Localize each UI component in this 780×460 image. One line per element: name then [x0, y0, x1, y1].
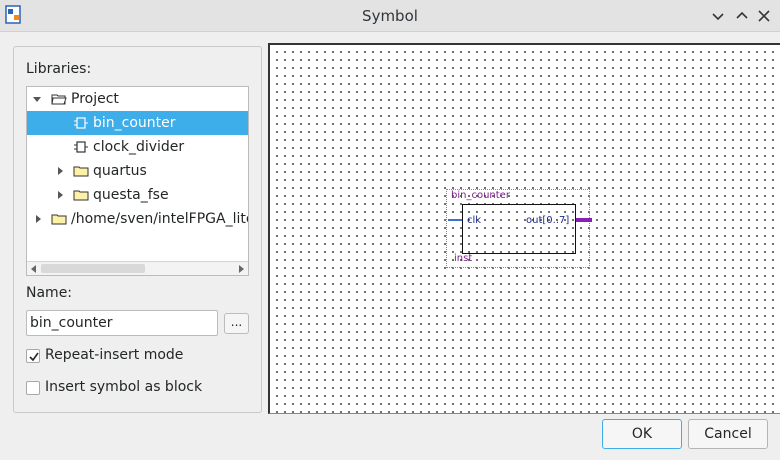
folder-icon [73, 166, 89, 177]
horizontal-scrollbar[interactable] [27, 261, 248, 275]
symbol-body [462, 204, 576, 254]
tree-item-label: bin_counter [93, 115, 176, 131]
tree-item-quartus[interactable]: quartus [27, 159, 248, 183]
tree-item-intelfpga-lite[interactable]: /home/sven/intelFPGA_lite [27, 207, 248, 231]
chevron-right-icon[interactable] [56, 191, 64, 199]
window-title: Symbol [362, 7, 418, 25]
checkmark-icon [29, 352, 39, 362]
name-label: Name: [26, 285, 73, 301]
chevron-down-icon[interactable] [33, 95, 41, 103]
minimize-icon[interactable] [709, 7, 727, 25]
tree-item-bin-counter[interactable]: bin_counter [27, 111, 248, 135]
cancel-button[interactable]: Cancel [688, 419, 768, 449]
title-bar: Symbol [0, 0, 780, 32]
tree-item-label: questa_fse [93, 187, 169, 203]
library-panel: Libraries: Project bin_counter clock_div… [13, 46, 262, 413]
folder-open-icon [51, 94, 67, 105]
repeat-insert-checkbox[interactable] [26, 349, 40, 363]
browse-button[interactable]: ... [224, 313, 249, 334]
instance-name-label: inst [454, 253, 473, 264]
tree-item-label: quartus [93, 163, 147, 179]
chevron-right-icon[interactable] [34, 215, 42, 223]
tree-item-project[interactable]: Project [27, 87, 248, 111]
insert-as-block-label[interactable]: Insert symbol as block [45, 379, 202, 395]
close-icon[interactable] [755, 7, 773, 25]
repeat-insert-label[interactable]: Repeat-insert mode [45, 347, 183, 363]
input-pin-label: clk [467, 215, 482, 226]
symbol-icon [74, 141, 88, 153]
input-pin-line [448, 219, 462, 221]
output-pin-label: out[0..7] [526, 215, 570, 226]
tree-item-label: /home/sven/intelFPGA_lite [71, 211, 249, 227]
library-tree[interactable]: Project bin_counter clock_divider quartu… [26, 86, 249, 276]
symbol-name-input[interactable]: bin_counter [26, 310, 218, 336]
folder-icon [51, 214, 67, 225]
folder-icon [73, 190, 89, 201]
insert-as-block-checkbox[interactable] [26, 381, 40, 395]
symbol-preview-canvas: bin_counter clk out[0..7] inst [268, 43, 780, 414]
tree-item-questa-fse[interactable]: questa_fse [27, 183, 248, 207]
scroll-right-icon[interactable] [237, 265, 245, 273]
ok-button[interactable]: OK [602, 419, 682, 449]
tree-item-label: Project [71, 91, 119, 107]
scroll-left-icon[interactable] [30, 265, 38, 273]
libraries-label: Libraries: [26, 61, 92, 77]
tree-item-label: clock_divider [93, 139, 185, 155]
symbol-name-label: bin_counter [451, 190, 510, 201]
scrollbar-thumb[interactable] [41, 264, 145, 273]
tree-item-clock-divider[interactable]: clock_divider [27, 135, 248, 159]
chevron-right-icon[interactable] [56, 167, 64, 175]
output-bus-line [576, 218, 592, 222]
symbol-icon [74, 117, 88, 129]
maximize-icon[interactable] [733, 7, 751, 25]
